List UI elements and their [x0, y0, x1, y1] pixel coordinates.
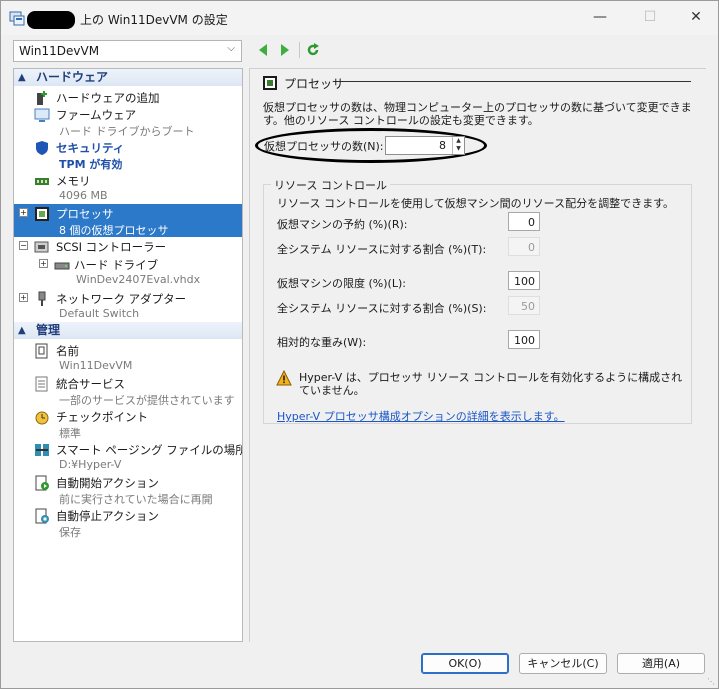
vm-selector[interactable]: Win11DevVM ⌵ — [13, 40, 242, 62]
auto-stop-icon — [35, 508, 49, 524]
limit-total-label: 全システム リソースに対する割合 (%)(S): — [277, 302, 487, 315]
expand-icon[interactable]: + — [39, 259, 48, 268]
collapse-icon: ▲ — [18, 72, 26, 83]
tree-item-name[interactable]: 名前 Win11DevVM — [14, 341, 242, 374]
collapse-icon: ▲ — [18, 325, 26, 336]
tree-item-hard-drive[interactable]: + ハード ドライブ WinDev2407Eval.vhdx — [14, 255, 242, 288]
resource-control-legend: リソース コントロール — [271, 177, 390, 193]
add-hardware-icon — [37, 91, 47, 105]
tree-item-processor[interactable]: + プロセッサ 8 個の仮想プロセッサ — [14, 204, 242, 237]
processor-icon — [263, 76, 277, 90]
checkpoint-icon — [35, 411, 49, 425]
apply-button[interactable]: 適用(A) — [617, 653, 705, 674]
limit-total-field: 50 — [508, 296, 540, 315]
settings-tree: ▲ ハードウェア ハードウェアの追加 ファームウェア ハード ドライブからブート — [13, 68, 243, 642]
tree-item-integration-services[interactable]: 統合サービス 一部のサービスが提供されています — [14, 374, 242, 407]
tree-item-network-adapter[interactable]: + ネットワーク アダプター Default Switch — [14, 289, 242, 322]
tree-item-smart-paging[interactable]: スマート ページング ファイルの場所 D:¥Hyper-V — [14, 440, 242, 473]
memory-icon — [35, 178, 49, 185]
shield-icon — [36, 141, 48, 155]
hyperv-settings-icon — [9, 11, 25, 26]
settings-window: 上の Win11DevVM の設定 — ☐ ✕ Win11DevVM ⌵ ▲ ハ… — [0, 0, 719, 689]
weight-label: 相対的な重み(W): — [277, 336, 367, 349]
reserve-input[interactable]: 0 — [508, 212, 540, 231]
tree-item-security[interactable]: セキュリティ TPM が有効 — [14, 138, 242, 171]
resource-control-intro: リソース コントロールを使用して仮想マシン間のリソース配分を調整できます。 — [277, 197, 674, 210]
limit-input[interactable]: 100 — [508, 271, 540, 290]
panel-border — [249, 68, 706, 69]
forward-arrow-icon[interactable] — [278, 42, 292, 58]
scsi-controller-icon — [34, 241, 49, 253]
reserve-total-field: 0 — [508, 237, 540, 256]
back-arrow-icon[interactable] — [256, 42, 270, 58]
chevron-down-icon: ⌵ — [227, 43, 235, 54]
title-divider — [343, 81, 691, 82]
panel-title: プロセッサ — [284, 77, 345, 91]
spin-down-icon[interactable]: ▼ — [453, 145, 464, 153]
spin-up-icon[interactable]: ▲ — [453, 137, 464, 145]
expand-icon[interactable]: + — [19, 208, 28, 217]
tree-item-checkpoints[interactable]: チェックポイント 標準 — [14, 407, 242, 440]
processor-options-link[interactable]: Hyper-V プロセッサ構成オプションの詳細を表示します。 — [277, 408, 565, 424]
tree-item-auto-start[interactable]: 自動開始アクション 前に実行されていた場合に再開 — [14, 473, 242, 506]
integration-services-icon — [35, 376, 48, 392]
tree-item-memory[interactable]: メモリ 4096 MB — [14, 171, 242, 204]
resource-control-group: リソース コントロール リソース コントロールを使用して仮想マシン間のリソース配… — [263, 177, 692, 424]
tree-item-firmware[interactable]: ファームウェア ハード ドライブからブート — [14, 105, 242, 138]
maximize-button[interactable]: ☐ — [627, 1, 673, 33]
toolbar-separator — [299, 42, 300, 58]
collapse-tree-icon[interactable]: − — [19, 241, 28, 250]
vm-selector-value: Win11DevVM — [19, 44, 100, 58]
auto-start-icon — [35, 475, 49, 491]
warning-text: Hyper-V は、プロセッサ リソース コントロールを有効化するように構成され… — [299, 371, 683, 397]
name-tag-icon — [35, 343, 48, 359]
refresh-icon[interactable] — [306, 42, 320, 58]
reserve-label: 仮想マシンの予約 (%)(R): — [277, 218, 408, 231]
expand-icon[interactable]: + — [19, 293, 28, 302]
cancel-button[interactable]: キャンセル(C) — [519, 653, 607, 674]
smart-paging-icon — [35, 444, 49, 456]
panel-border — [249, 68, 250, 642]
management-section-header[interactable]: ▲ 管理 — [14, 322, 242, 339]
reserve-total-label: 全システム リソースに対する割合 (%)(T): — [277, 243, 487, 256]
weight-input[interactable]: 100 — [508, 330, 540, 349]
redacted-host-name — [27, 11, 75, 29]
title-bar: 上の Win11DevVM の設定 — ☐ ✕ — [1, 1, 718, 35]
tree-item-add-hardware[interactable]: ハードウェアの追加 — [14, 88, 242, 105]
firmware-icon — [34, 108, 50, 122]
ok-button[interactable]: OK(O) — [421, 653, 509, 674]
hardware-section-header[interactable]: ▲ ハードウェア — [14, 69, 242, 86]
close-button[interactable]: ✕ — [673, 1, 719, 33]
panel-description: 仮想プロセッサの数は、物理コンピューター上のプロセッサの数に基づいて変更できます… — [263, 101, 692, 127]
settings-detail-panel: プロセッサ 仮想プロセッサの数は、物理コンピューター上のプロセッサの数に基づいて… — [249, 68, 706, 642]
tree-item-auto-stop[interactable]: 自動停止アクション 保存 — [14, 506, 242, 539]
processor-count-stepper[interactable]: ▲ ▼ — [452, 137, 464, 154]
processor-count-label: 仮想プロセッサの数(N): — [264, 140, 384, 153]
network-adapter-icon — [38, 291, 46, 306]
processor-icon — [35, 207, 49, 221]
resize-grip-icon[interactable]: ⋱ — [707, 677, 715, 686]
minimize-button[interactable]: — — [577, 1, 623, 33]
tree-item-scsi-controller[interactable]: − SCSI コントローラー — [14, 237, 242, 254]
hard-drive-icon — [54, 262, 70, 270]
window-title: 上の Win11DevVM の設定 — [80, 13, 228, 27]
warning-icon — [276, 370, 292, 386]
limit-label: 仮想マシンの限度 (%)(L): — [277, 277, 406, 290]
